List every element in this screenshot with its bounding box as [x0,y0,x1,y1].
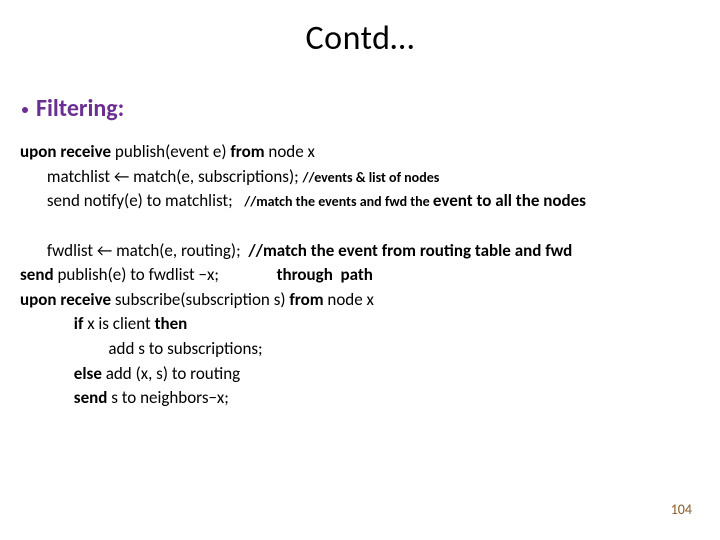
code-line: if x is client then [20,312,708,337]
code-line: add s to subscriptions; [20,337,708,362]
code-line [20,214,708,239]
pseudocode-body: upon receive publish(event e) from node … [20,140,708,411]
code-line: upon receive publish(event e) from node … [20,140,708,165]
slide-title: Contd… [0,18,720,59]
code-line: matchlist ← match(e, subscriptions); //e… [20,165,708,190]
code-line: upon receive subscribe(subscription s) f… [20,288,708,313]
code-line: send publish(e) to fwdlist −x; through p… [20,263,708,288]
code-line: fwdlist ← match(e, routing); //match the… [20,239,708,264]
bullet-icon [22,107,28,113]
code-line: send s to neighbors−x; [20,386,708,411]
section-heading: Filtering: [36,94,124,123]
page-number: 104 [671,501,692,518]
code-line: else add (x, s) to routing [20,362,708,387]
code-line: send notify(e) to matchlist; //match the… [20,189,708,214]
bullet-row: Filtering: [22,94,124,123]
